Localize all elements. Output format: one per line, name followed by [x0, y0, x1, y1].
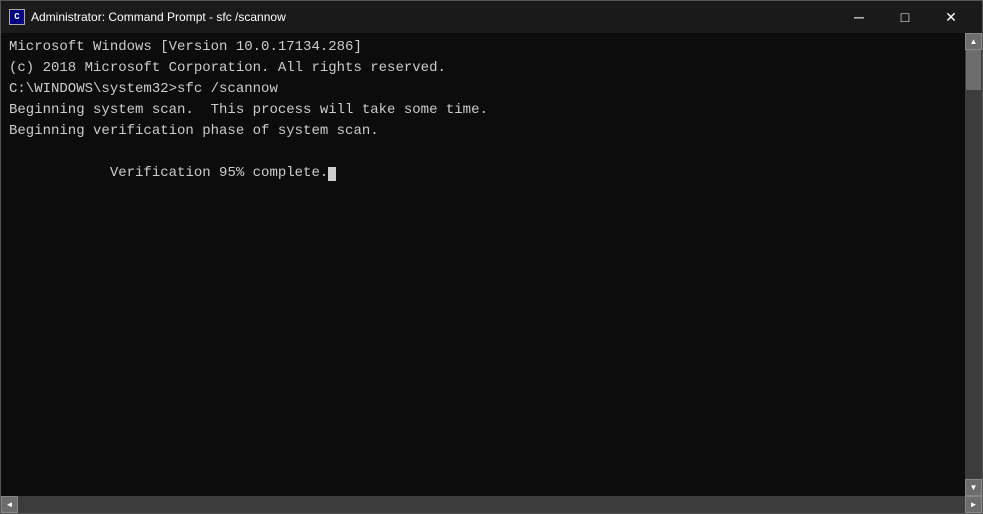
terminal-line-2: (c) 2018 Microsoft Corporation. All righ…	[9, 58, 957, 79]
terminal-line-9: Verification 95% complete.	[9, 142, 957, 205]
terminal-main: Microsoft Windows [Version 10.0.17134.28…	[1, 33, 982, 496]
minimize-button[interactable]: ─	[836, 1, 882, 33]
command-prompt-window: C Administrator: Command Prompt - sfc /s…	[0, 0, 983, 514]
terminal-line-1: Microsoft Windows [Version 10.0.17134.28…	[9, 37, 957, 58]
scrollbar-thumb[interactable]	[966, 50, 981, 90]
terminal-line-4: C:\WINDOWS\system32>sfc /scannow	[9, 79, 957, 100]
title-bar-left: C Administrator: Command Prompt - sfc /s…	[9, 9, 286, 25]
scrollbar-thumb-area	[965, 50, 982, 479]
scroll-right-button[interactable]: ►	[965, 496, 982, 513]
scroll-left-button[interactable]: ◄	[1, 496, 18, 513]
terminal-with-scroll: Microsoft Windows [Version 10.0.17134.28…	[1, 33, 982, 513]
vertical-scrollbar[interactable]: ▲ ▼	[965, 33, 982, 496]
window-controls: ─ □ ✕	[836, 1, 974, 33]
window-title: Administrator: Command Prompt - sfc /sca…	[31, 10, 286, 24]
horizontal-scrollbar[interactable]: ◄ ►	[1, 496, 982, 513]
horizontal-scrollbar-track	[18, 496, 965, 513]
app-icon: C	[9, 9, 25, 25]
cmd-icon-graphic: C	[9, 9, 25, 25]
terminal-body: Microsoft Windows [Version 10.0.17134.28…	[1, 33, 982, 513]
title-bar: C Administrator: Command Prompt - sfc /s…	[1, 1, 982, 33]
close-button[interactable]: ✕	[928, 1, 974, 33]
maximize-button[interactable]: □	[882, 1, 928, 33]
terminal-line-8: Beginning verification phase of system s…	[9, 121, 957, 142]
scroll-up-button[interactable]: ▲	[965, 33, 982, 50]
terminal-content[interactable]: Microsoft Windows [Version 10.0.17134.28…	[1, 33, 965, 496]
terminal-line-6: Beginning system scan. This process will…	[9, 100, 957, 121]
cursor	[328, 167, 336, 181]
scroll-down-button[interactable]: ▼	[965, 479, 982, 496]
